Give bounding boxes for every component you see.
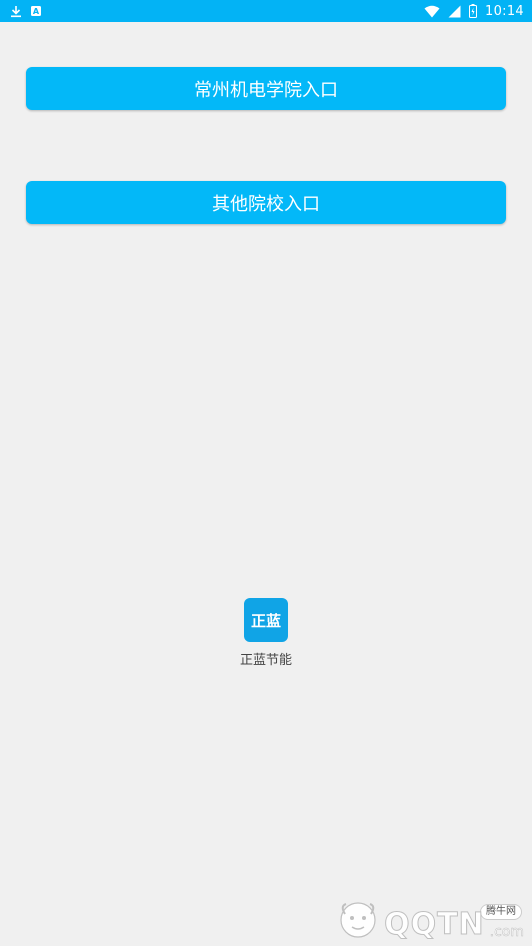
svg-text:A: A bbox=[33, 7, 40, 16]
watermark-site: QQTN bbox=[384, 907, 485, 942]
app-name: 正蓝节能 bbox=[239, 653, 292, 668]
status-time: 10:14 bbox=[485, 3, 524, 19]
status-right: 10:14 bbox=[424, 4, 524, 19]
notification-a-icon: A bbox=[30, 5, 42, 17]
signal-icon bbox=[448, 5, 461, 18]
watermark: QQTN .com bbox=[336, 900, 524, 940]
battery-icon bbox=[469, 4, 478, 18]
watermark-suffix: .com bbox=[489, 924, 524, 941]
download-icon bbox=[10, 5, 22, 18]
other-schools-entry-button[interactable]: 其他院校入口 bbox=[26, 181, 506, 224]
wifi-icon bbox=[424, 5, 440, 18]
app-shortcut[interactable]: 正蓝 正蓝节能 bbox=[238, 598, 294, 668]
status-left: A bbox=[10, 5, 42, 18]
app-logo-icon[interactable]: 正蓝 bbox=[244, 598, 288, 642]
changzhou-entry-button[interactable]: 常州机电学院入口 bbox=[26, 67, 506, 110]
status-bar: A 10:14 bbox=[0, 0, 532, 22]
watermark-bull-logo-icon bbox=[336, 900, 380, 940]
